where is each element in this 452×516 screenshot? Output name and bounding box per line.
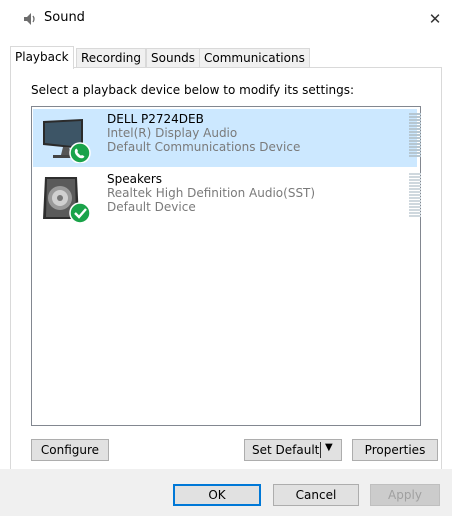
set-default-label: Set Default [252, 443, 320, 457]
window-title: Sound [44, 10, 85, 25]
speaker-icon [22, 11, 38, 27]
close-icon: ✕ [428, 10, 442, 28]
properties-button[interactable]: Properties [352, 439, 438, 461]
device-driver: Realtek High Definition Audio(SST) [107, 186, 316, 200]
speaker-device-icon [39, 175, 91, 224]
tab-playback[interactable]: Playback [10, 46, 74, 69]
device-status: Default Device [107, 200, 196, 214]
device-status: Default Communications Device [107, 140, 301, 154]
device-name: Speakers [107, 172, 163, 186]
tab-communications[interactable]: Communications [199, 48, 310, 68]
close-button[interactable]: ✕ [420, 4, 450, 34]
volume-meter [409, 113, 421, 159]
monitor-icon [39, 115, 91, 164]
tab-sounds[interactable]: Sounds [146, 48, 201, 68]
apply-button[interactable]: Apply [370, 484, 440, 506]
cancel-button[interactable]: Cancel [273, 484, 359, 506]
device-list[interactable]: DELL P2724DEB Intel(R) Display Audio Def… [31, 106, 421, 426]
ok-button[interactable]: OK [173, 484, 261, 506]
instruction-text: Select a playback device below to modify… [31, 83, 355, 97]
tab-recording[interactable]: Recording [76, 48, 147, 68]
device-item-dell[interactable]: DELL P2724DEB Intel(R) Display Audio Def… [33, 109, 421, 167]
device-item-speakers[interactable]: Speakers Realtek High Definition Audio(S… [33, 169, 421, 227]
configure-button[interactable]: Configure [31, 439, 109, 461]
title-bar: Sound ✕ [0, 0, 452, 40]
playback-panel: Select a playback device below to modify… [10, 67, 442, 471]
device-name: DELL P2724DEB [107, 112, 204, 126]
device-driver: Intel(R) Display Audio [107, 126, 238, 140]
dialog-footer: OK Cancel Apply [0, 469, 452, 516]
volume-meter [409, 173, 421, 219]
split-divider [320, 442, 321, 458]
chevron-down-icon[interactable]: ▼ [325, 442, 333, 453]
set-default-button[interactable]: Set Default ▼ [244, 439, 342, 461]
